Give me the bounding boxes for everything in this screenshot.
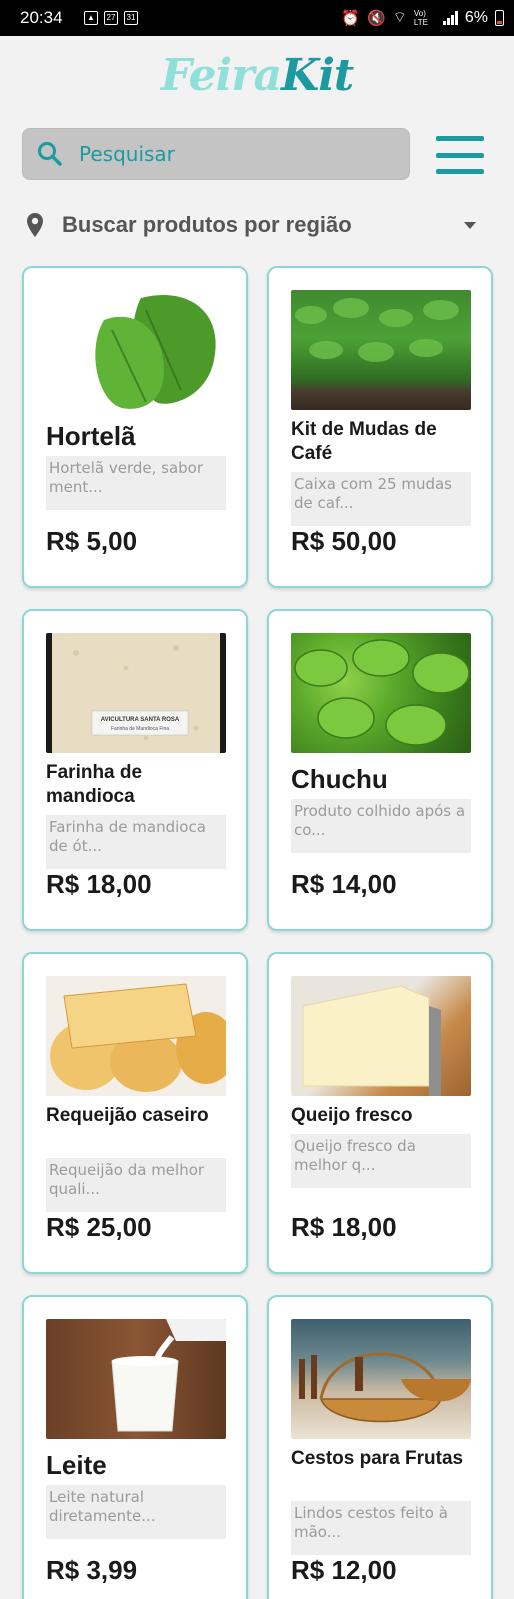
system-icons: ⏰ 🔇 ⌔ Vo) LTE 6% <box>341 8 504 27</box>
product-price: R$ 14,00 <box>291 869 397 899</box>
product-name: Queijo fresco <box>291 1105 413 1126</box>
flour-bag-label: AVICULTURA SANTA ROSA <box>101 717 180 723</box>
product-description: Requeijão da melhor quali... <box>46 1158 226 1212</box>
product-name: Cestos para Frutas <box>291 1448 464 1469</box>
gallery-icon: ▲ <box>84 11 98 25</box>
requeijao-image <box>46 976 226 1096</box>
product-price: R$ 5,00 <box>46 526 138 556</box>
milk-glass-image <box>46 1319 226 1439</box>
app-logo: FeiraKit <box>0 50 514 101</box>
calendar-icon: 27 <box>104 11 118 25</box>
product-name: Farinha de mandioca <box>46 762 143 807</box>
product-card[interactable]: Requeijão caseiro Requeijão da melhor qu… <box>22 952 248 1274</box>
product-card[interactable]: Cestos para Frutas Lindos cestos feito à… <box>267 1295 493 1599</box>
product-name: Kit de Mudas de Café <box>291 419 437 464</box>
chevron-down-icon <box>464 222 476 229</box>
status-bar: 20:34 ▲ 27 31 ⏰ 🔇 ⌔ Vo) LTE 6% <box>0 0 514 36</box>
baskets-image <box>291 1319 471 1439</box>
product-price: R$ 3,99 <box>46 1555 138 1585</box>
alarm-icon: ⏰ <box>341 9 361 27</box>
product-description: Caixa com 25 mudas de caf... <box>291 472 471 526</box>
product-card[interactable]: Queijo fresco Queijo fresco da melhor q.… <box>267 952 493 1274</box>
product-description: Leite natural diretamente... <box>46 1485 226 1539</box>
search-input[interactable] <box>79 142 359 166</box>
product-description: Queijo fresco da melhor q... <box>291 1134 471 1188</box>
product-name: Hortelã <box>46 421 136 451</box>
volte-icon: Vo) LTE <box>413 8 428 27</box>
product-description: Produto colhido após a co... <box>291 799 471 853</box>
location-pin-icon <box>27 213 43 237</box>
flour-bag-image: AVICULTURA SANTA ROSA Farinha de Mandioc… <box>46 633 226 753</box>
battery-percent: 6% <box>464 8 488 26</box>
product-description: Lindos cestos feito à mão... <box>291 1501 471 1555</box>
logo-part-feira: Feira <box>160 50 282 101</box>
search-icon <box>38 142 62 166</box>
product-price: R$ 12,00 <box>291 1555 397 1585</box>
mute-icon: 🔇 <box>367 9 386 27</box>
date-icon: 31 <box>124 11 138 25</box>
product-price: R$ 25,00 <box>46 1212 152 1242</box>
product-name: Requeijão caseiro <box>46 1105 209 1126</box>
notification-icons: ▲ 27 31 <box>84 11 138 25</box>
status-time: 20:34 <box>20 8 63 27</box>
menu-button[interactable] <box>436 136 484 174</box>
product-description: Farinha de mandioca de ót... <box>46 815 226 869</box>
product-name: Leite <box>46 1450 107 1480</box>
product-card[interactable]: AVICULTURA SANTA ROSA Farinha de Mandioc… <box>22 609 248 931</box>
product-price: R$ 18,00 <box>291 1212 397 1242</box>
chayote-image <box>291 633 471 753</box>
flour-bag-sublabel: Farinha de Mandioca Fina <box>111 726 169 732</box>
mint-leaves-image <box>46 290 226 410</box>
logo-part-kit: Kit <box>280 50 354 101</box>
menu-icon <box>436 136 484 141</box>
product-card[interactable]: Kit de Mudas de Café Caixa com 25 mudas … <box>267 266 493 588</box>
product-card[interactable]: Hortelã Hortelã verde, sabor ment... R$ … <box>22 266 248 588</box>
product-price: R$ 50,00 <box>291 526 397 556</box>
product-name: Chuchu <box>291 764 388 794</box>
signal-icon <box>442 10 458 25</box>
region-dropdown[interactable]: Buscar produtos por região <box>26 208 492 242</box>
wifi-icon: ⌔ <box>392 9 407 26</box>
product-description: Hortelã verde, sabor ment... <box>46 456 226 510</box>
product-card[interactable]: Leite Leite natural diretamente... R$ 3,… <box>22 1295 248 1599</box>
search-bar[interactable] <box>22 128 410 180</box>
coffee-seedlings-image <box>291 290 471 410</box>
region-label: Buscar produtos por região <box>62 212 352 237</box>
cheese-image <box>291 976 471 1096</box>
battery-icon <box>495 9 504 26</box>
product-card[interactable]: Chuchu Produto colhido após a co... R$ 1… <box>267 609 493 931</box>
product-price: R$ 18,00 <box>46 869 152 899</box>
